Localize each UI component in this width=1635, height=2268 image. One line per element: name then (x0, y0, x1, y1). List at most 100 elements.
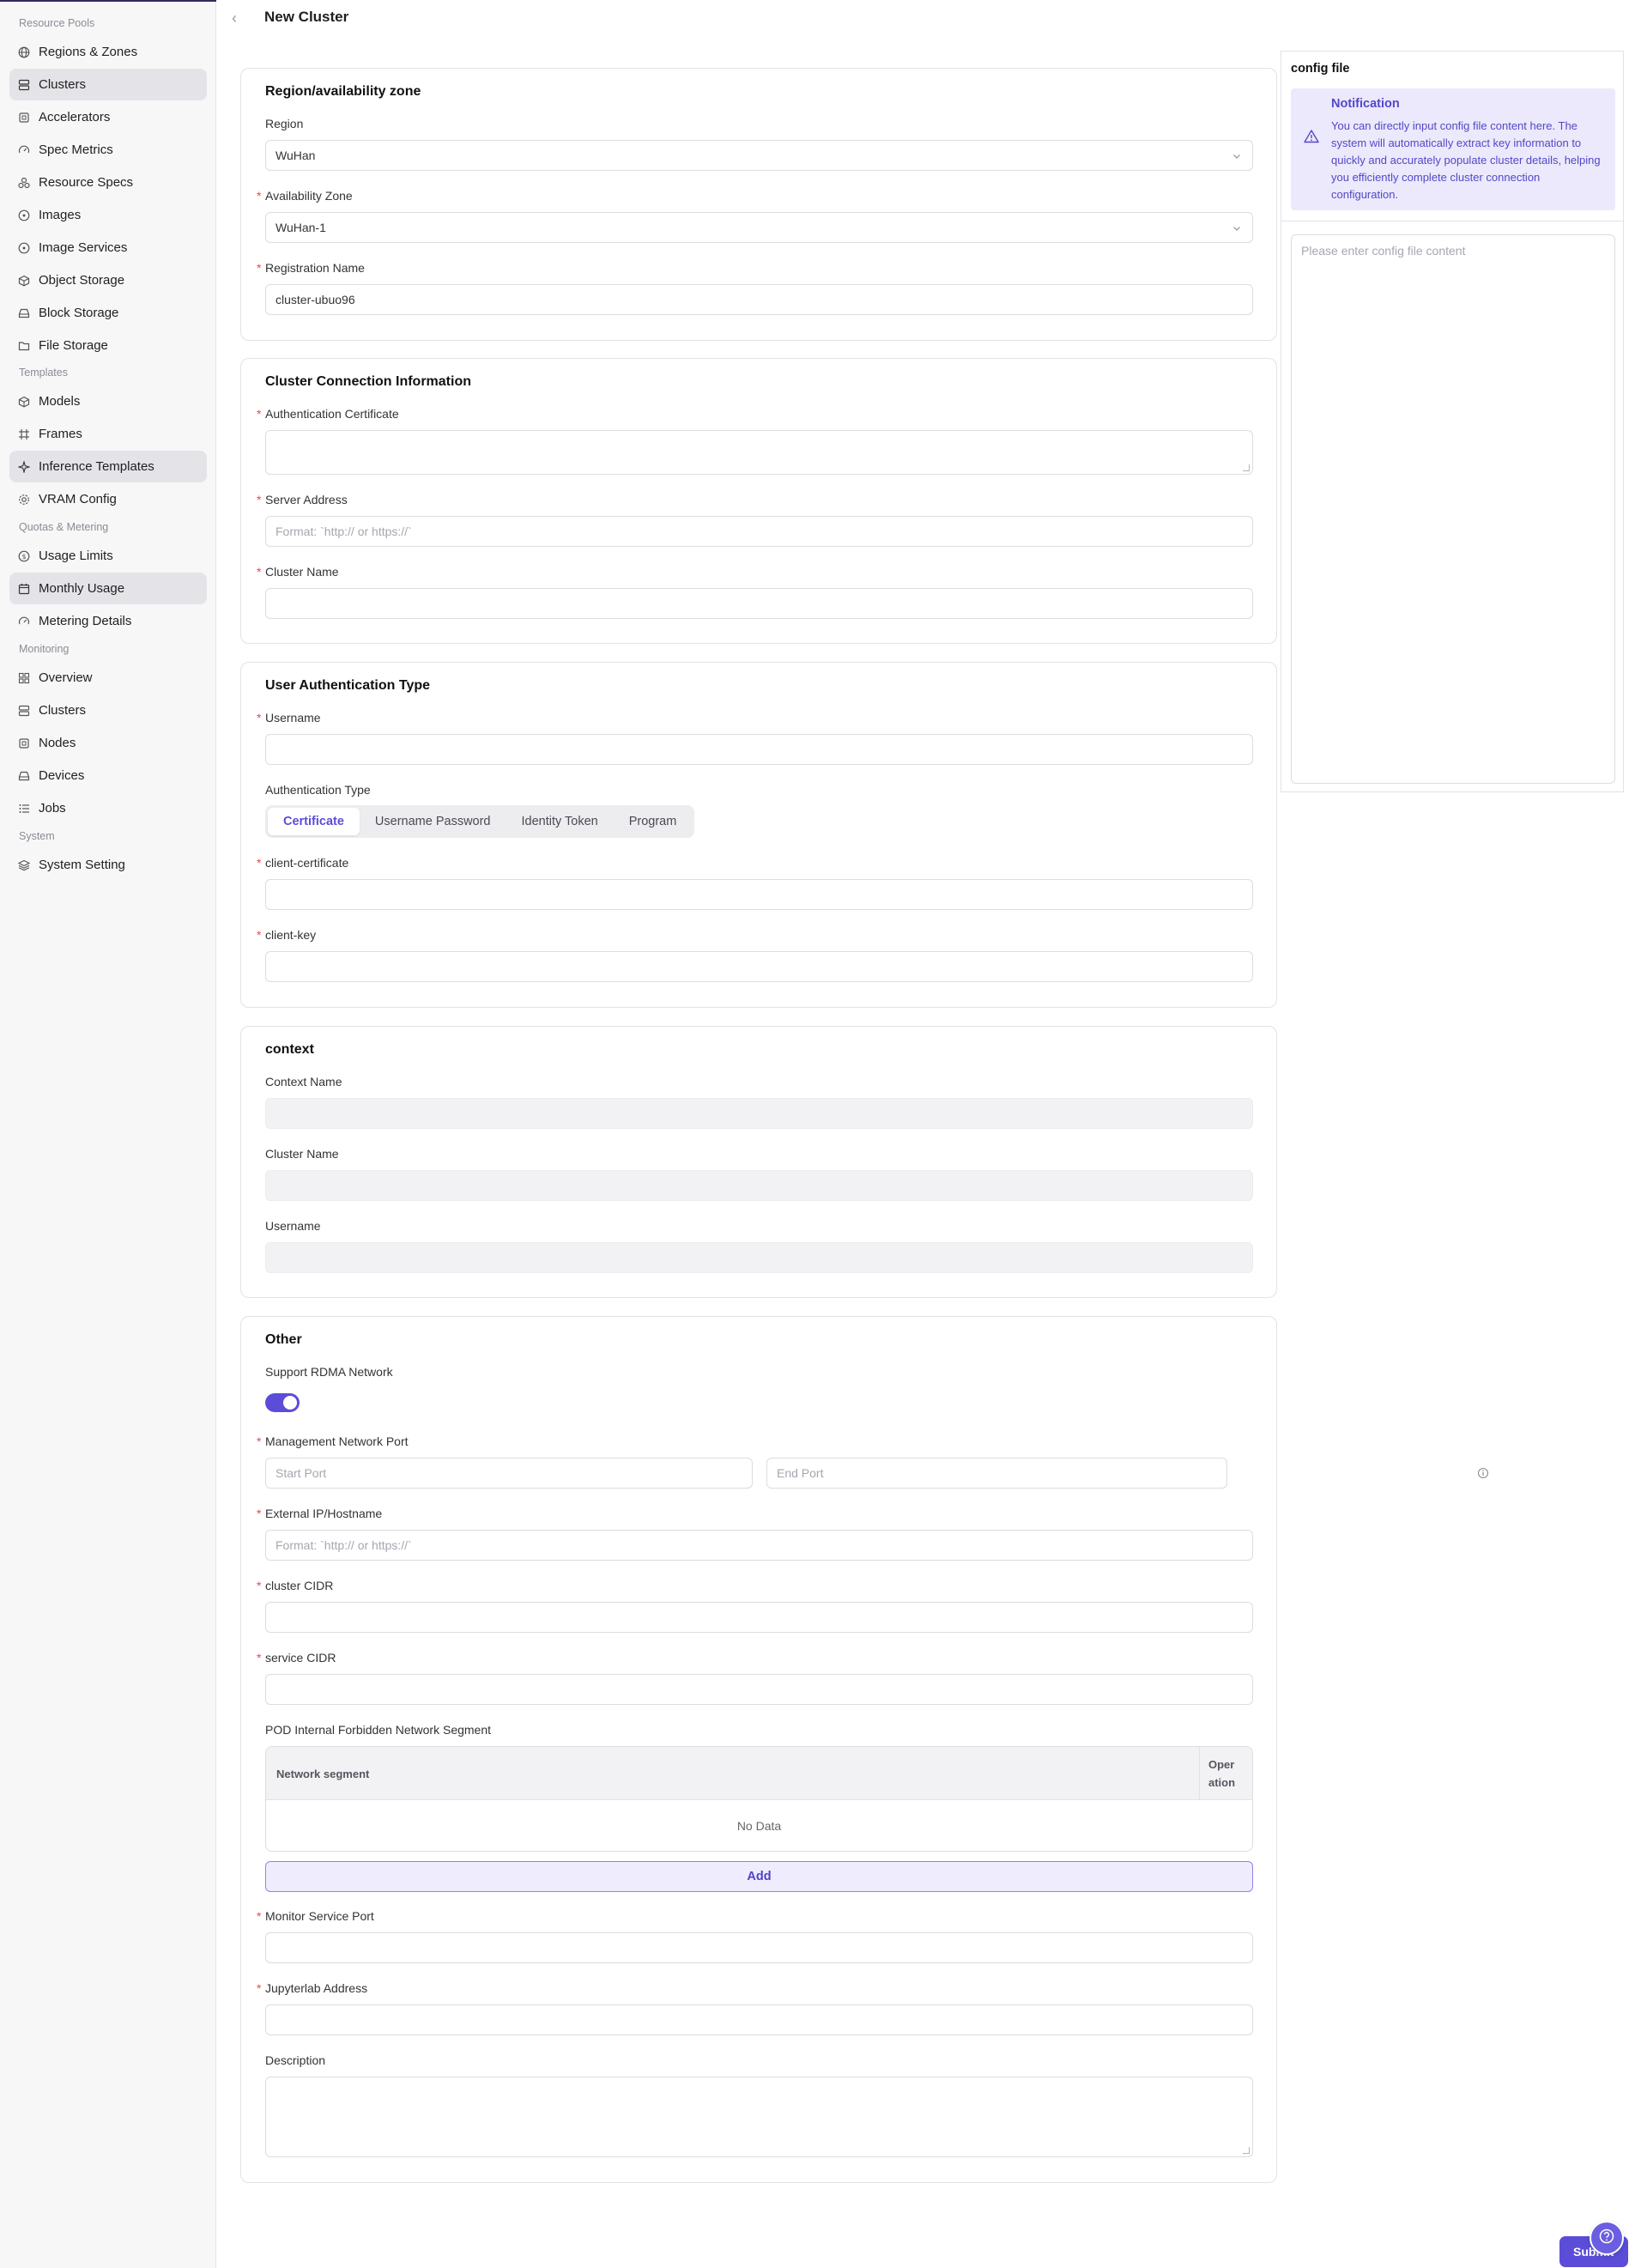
sidebar-item-spec-metrics[interactable]: Spec Metrics (9, 134, 207, 166)
external-ip-input[interactable]: Format: `http:// or https://` (265, 1530, 1253, 1561)
rdma-toggle[interactable] (265, 1393, 300, 1412)
sidebar-item-object-storage[interactable]: Object Storage (9, 264, 207, 296)
box-icon (18, 396, 30, 408)
jupyterlab-label: * Jupyterlab Address (257, 1981, 368, 1995)
info-circle-icon[interactable] (1477, 1467, 1489, 1479)
sidebar-item-jobs[interactable]: Jobs (9, 792, 207, 824)
service-cidr-input[interactable] (265, 1674, 1253, 1705)
region-card: Region/availability zone Region WuHan * A… (240, 68, 1277, 341)
notification-title: Notification (1331, 97, 1400, 111)
sidebar-item-inference-templates[interactable]: Inference Templates (9, 451, 207, 482)
zone-value: WuHan-1 (276, 221, 326, 234)
tab-certificate[interactable]: Certificate (268, 808, 360, 835)
sidebar-item-images[interactable]: Images (9, 199, 207, 231)
cluster-name-label: * Cluster Name (257, 565, 339, 579)
help-button[interactable] (1590, 2221, 1624, 2255)
sidebar-item-usage-limits[interactable]: $ Usage Limits (9, 540, 207, 572)
chevron-down-icon (1232, 222, 1242, 233)
config-file-textarea[interactable]: Please enter config file content (1291, 234, 1615, 784)
sidebar-item-monitoring-clusters[interactable]: Clusters (9, 694, 207, 726)
sidebar-item-monthly-usage[interactable]: Monthly Usage (9, 573, 207, 604)
region-select[interactable]: WuHan (265, 140, 1253, 171)
description-label: Description (265, 2053, 326, 2067)
sidebar-item-system-setting[interactable]: System Setting (9, 849, 207, 881)
tab-identity-token[interactable]: Identity Token (506, 808, 614, 835)
nav-group-resource-pools: Resource Pools (19, 17, 95, 29)
add-segment-button[interactable]: Add (265, 1861, 1253, 1892)
tab-username-password[interactable]: Username Password (360, 808, 506, 835)
sidebar-item-overview[interactable]: Overview (9, 662, 207, 694)
tab-program[interactable]: Program (614, 808, 693, 835)
back-chevron-icon[interactable]: ‹ (232, 9, 247, 27)
required-mark: * (257, 1579, 262, 1592)
resize-handle-icon[interactable] (1243, 2147, 1250, 2154)
other-card-title: Other (265, 1332, 302, 1347)
nav-group-monitoring: Monitoring (19, 643, 70, 655)
monitor-port-input[interactable] (265, 1932, 1253, 1963)
box-icon (18, 275, 30, 287)
context-username-label: Username (265, 1219, 321, 1233)
sidebar-item-label: Monthly Usage (39, 581, 125, 596)
client-key-input[interactable] (265, 951, 1253, 982)
list-icon (18, 803, 30, 815)
sidebar: Resource Pools Regions & Zones Clusters … (0, 0, 216, 2268)
description-textarea[interactable] (265, 2077, 1253, 2157)
sidebar-item-label: Inference Templates (39, 459, 154, 474)
sidebar-item-nodes[interactable]: Nodes (9, 727, 207, 759)
required-mark: * (257, 493, 262, 506)
sidebar-item-accelerators[interactable]: Accelerators (9, 101, 207, 133)
sidebar-item-metering-details[interactable]: Metering Details (9, 605, 207, 637)
sidebar-item-vram-config[interactable]: VRAM Config (9, 483, 207, 515)
sidebar-item-block-storage[interactable]: Block Storage (9, 297, 207, 329)
zone-select[interactable]: WuHan-1 (265, 212, 1253, 243)
required-mark: * (257, 1909, 262, 1923)
auth-type-segmented: Certificate Username Password Identity T… (265, 805, 695, 838)
sidebar-item-label: Images (39, 208, 82, 222)
username-input[interactable] (265, 734, 1253, 765)
service-cidr-label: * service CIDR (257, 1651, 336, 1665)
required-mark: * (257, 928, 262, 942)
region-card-title: Region/availability zone (265, 84, 421, 99)
notification-text: You can directly input config file conte… (1331, 119, 1601, 201)
layers-icon (18, 859, 30, 871)
frame-icon (18, 428, 30, 440)
client-cert-input[interactable] (265, 879, 1253, 910)
resize-handle-icon[interactable] (1243, 464, 1250, 471)
pod-segment-label: POD Internal Forbidden Network Segment (265, 1723, 492, 1737)
sidebar-item-devices[interactable]: Devices (9, 760, 207, 791)
region-value: WuHan (276, 149, 316, 162)
start-port-input[interactable]: Start Port (265, 1458, 753, 1489)
sidebar-item-file-storage[interactable]: File Storage (9, 330, 207, 361)
sidebar-item-clusters[interactable]: Clusters (9, 69, 207, 100)
column-divider (1199, 1747, 1200, 1800)
hard-drive-icon (18, 770, 30, 782)
sidebar-item-regions-zones[interactable]: Regions & Zones (9, 36, 207, 68)
sidebar-item-models[interactable]: Models (9, 385, 207, 417)
end-port-input[interactable]: End Port (766, 1458, 1227, 1489)
sidebar-item-image-services[interactable]: Image Services (9, 232, 207, 264)
sidebar-item-resource-specs[interactable]: Resource Specs (9, 167, 207, 198)
external-ip-label: * External IP/Hostname (257, 1507, 383, 1520)
required-mark: * (257, 189, 262, 203)
config-file-panel: config file Notification You can directl… (1281, 51, 1624, 792)
user-auth-card-title: User Authentication Type (265, 678, 431, 693)
server-address-input[interactable]: Format: `http:// or https://` (265, 516, 1253, 547)
sidebar-item-label: Accelerators (39, 110, 111, 124)
required-mark: * (257, 1651, 262, 1665)
auth-cert-textarea[interactable] (265, 430, 1253, 475)
registration-label: * Registration Name (257, 261, 365, 275)
jupyterlab-input[interactable] (265, 2004, 1253, 2035)
notification-banner: Notification You can directly input conf… (1291, 88, 1615, 210)
folder-icon (18, 340, 30, 352)
disc-icon (18, 242, 30, 254)
auth-type-label: Authentication Type (265, 783, 371, 797)
cluster-name-input[interactable] (265, 588, 1253, 619)
registration-name-input[interactable]: cluster-ubuo96 (265, 284, 1253, 315)
gauge-icon (18, 144, 30, 156)
cluster-cidr-input[interactable] (265, 1602, 1253, 1633)
sidebar-item-label: Regions & Zones (39, 45, 138, 59)
sidebar-item-label: Jobs (39, 801, 66, 816)
column-network-segment: Network segment (276, 1768, 370, 1780)
toggle-knob (283, 1396, 297, 1410)
sidebar-item-frames[interactable]: Frames (9, 418, 207, 450)
